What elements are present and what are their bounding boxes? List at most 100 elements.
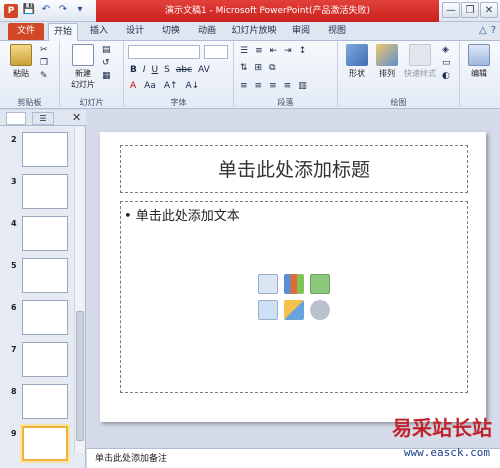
bullets-icon[interactable]: ☰ [240,46,248,56]
reset-icon[interactable]: ↺ [102,58,111,68]
group-editing: 编辑 [460,41,500,109]
tab-file[interactable]: 文件 [8,23,44,40]
justify-icon[interactable]: ≡ [284,81,292,91]
slide-thumbnail[interactable] [22,300,68,335]
slide-number: 7 [11,345,17,354]
arrange-button[interactable]: 排列 [372,44,402,79]
tab-animations[interactable]: 动画 [192,23,222,41]
numbering-icon[interactable]: ≡ [255,46,263,56]
help-icon[interactable]: ? [491,25,496,36]
slide-thumbnail[interactable] [22,258,68,293]
align-right-icon[interactable]: ≡ [269,81,277,91]
tab-design[interactable]: 设计 [120,23,150,41]
slide-thumbnail-selected[interactable] [22,426,68,461]
tab-review[interactable]: 审阅 [286,23,316,41]
tab-home[interactable]: 开始 [48,23,78,41]
undo-icon[interactable]: ↶ [39,3,53,17]
insert-chart-icon[interactable] [284,274,304,294]
quick-styles-button[interactable]: 快速样式 [400,44,440,79]
italic-button[interactable]: I [143,65,146,75]
tab-slideshow[interactable]: 幻灯片放映 [228,23,280,41]
tab-outline[interactable]: ☰ [32,112,54,125]
minimize-button[interactable]: — [442,2,460,18]
font-color-icon[interactable]: A [130,81,136,91]
insert-table-icon[interactable] [258,274,278,294]
watermark-logo: 易采站长站 [392,416,492,440]
customize-qat-icon[interactable]: ▾ [73,3,87,17]
layout-icon[interactable]: ▤ [102,45,111,55]
change-case-icon[interactable]: Aa [144,81,156,91]
line-spacing-icon[interactable]: ↕ [299,46,307,56]
slide-number-selected: 9 [11,429,17,438]
char-spacing-button[interactable]: AV [198,65,210,75]
group-label-paragraph: 段落 [277,98,294,107]
slide-thumbnail[interactable] [22,342,68,377]
insert-smartart-icon[interactable] [310,274,330,294]
align-center-icon[interactable]: ≡ [255,81,263,91]
decrease-indent-icon[interactable]: ⇤ [270,46,278,56]
section-icon[interactable]: ▦ [102,71,111,81]
pane-scrollbar[interactable] [74,127,84,453]
redo-icon[interactable]: ↷ [56,3,70,17]
group-label-font: 字体 [170,98,187,107]
close-button[interactable]: ✕ [480,2,498,18]
watermark-url: www.easck.com [403,446,490,459]
new-slide-button[interactable]: 新建 幻灯片 [66,44,100,90]
window-controls: — ❐ ✕ [442,2,498,18]
bold-button[interactable]: B [130,65,137,75]
copy-icon[interactable]: ❐ [40,58,48,68]
shape-fill-icon[interactable]: ◈ [442,45,451,55]
slide-thumbnail[interactable] [22,132,68,167]
shape-effects-icon[interactable]: ◐ [442,71,451,81]
tab-insert[interactable]: 插入 [84,23,114,41]
tab-slides-thumbnails[interactable] [6,112,26,125]
save-icon[interactable]: 💾 [22,3,36,17]
quick-access-toolbar: 💾 ↶ ↷ ▾ [22,3,87,17]
scrollbar-thumb[interactable] [76,311,84,441]
minimize-ribbon-icon[interactable]: △ [479,25,487,36]
shadow-button[interactable]: S [164,65,170,75]
shrink-font-icon[interactable]: A↓ [186,81,200,91]
paste-button[interactable]: 粘贴 [6,44,36,79]
strikethrough-button[interactable]: abc [176,65,192,75]
align-left-icon[interactable]: ≡ [240,81,248,91]
tab-view[interactable]: 视图 [322,23,352,41]
clipboard-icon [10,44,32,66]
shape-outline-icon[interactable]: ▭ [442,58,451,68]
slide-number: 8 [11,387,17,396]
font-name-combo[interactable] [128,45,200,59]
tab-transitions[interactable]: 切换 [156,23,186,41]
slides-pane: ☰ ✕ 2 3 4 5 6 7 8 9 [0,110,86,468]
group-label-clipboard: 剪贴板 [17,98,42,107]
columns-icon[interactable]: ▥ [298,81,307,91]
content-placeholder[interactable]: • 单击此处添加文本 [120,201,468,393]
align-text-icon[interactable]: ⊞ [255,63,263,73]
slide-thumbnail[interactable] [22,384,68,419]
group-font: B I U S abc AV A Aa A↑ A↓ 字体 [124,41,234,109]
restore-button[interactable]: ❐ [461,2,479,18]
slide-canvas[interactable]: 单击此处添加标题 • 单击此处添加文本 [100,132,486,422]
powerpoint-app-icon[interactable]: P [4,4,18,18]
slide-number: 5 [11,261,17,270]
shapes-button[interactable]: 形状 [342,44,372,79]
format-painter-icon[interactable]: ✎ [40,71,48,81]
insert-picture-icon[interactable] [258,300,278,320]
insert-clipart-icon[interactable] [284,300,304,320]
insert-content-icons [258,274,336,324]
cut-icon[interactable]: ✂ [40,45,48,55]
title-placeholder[interactable]: 单击此处添加标题 [120,145,468,193]
grow-font-icon[interactable]: A↑ [164,81,178,91]
text-direction-icon[interactable]: ⇅ [240,63,248,73]
underline-button[interactable]: U [152,65,159,75]
slide-thumbnail[interactable] [22,216,68,251]
close-pane-icon[interactable]: ✕ [72,111,81,124]
insert-media-icon[interactable] [310,300,330,320]
increase-indent-icon[interactable]: ⇥ [284,46,292,56]
smartart-icon[interactable]: ⧉ [269,63,275,73]
new-slide-icon [72,44,94,66]
font-size-combo[interactable] [204,45,228,59]
editing-button[interactable]: 编辑 [464,44,494,79]
slide-thumbnail[interactable] [22,174,68,209]
body-placeholder-text: • 单击此处添加文本 [124,209,240,224]
group-slides: 新建 幻灯片 ▤ ↺ ▦ 幻灯片 [60,41,124,109]
